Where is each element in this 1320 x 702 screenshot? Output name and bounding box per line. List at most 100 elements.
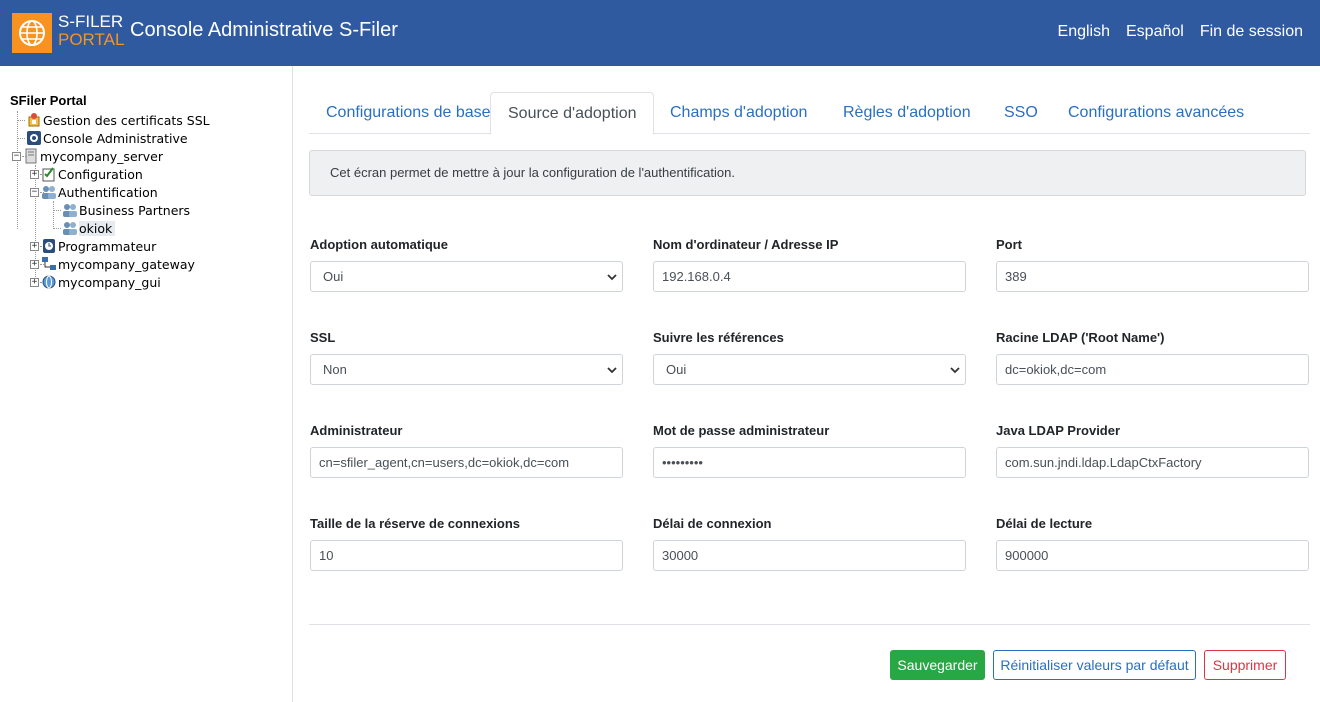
tree-item-label: Programmateur bbox=[58, 238, 157, 254]
nav-espanol-link[interactable]: Español bbox=[1126, 23, 1184, 41]
sfiler-logo-icon bbox=[12, 13, 52, 53]
field-label: Nom d'ordinateur / Adresse IP bbox=[653, 237, 839, 252]
tree-item-server[interactable]: − mycompany_server bbox=[12, 147, 166, 165]
read-timeout-field: Délai de lecture 900000 bbox=[996, 516, 1309, 571]
tree-item-ssl-certificates[interactable]: Gestion des certificats SSL bbox=[26, 111, 213, 129]
admin-password-input[interactable]: ••••••••• bbox=[653, 447, 966, 478]
follow-references-select[interactable]: Oui bbox=[653, 354, 966, 385]
tree-item-label: Configuration bbox=[58, 166, 143, 182]
server-icon bbox=[23, 148, 39, 164]
users-icon bbox=[62, 220, 78, 236]
ssl-field: SSL Non bbox=[310, 330, 623, 385]
tab-bar: Configurations de base Source d'adoption… bbox=[309, 92, 1310, 135]
chevron-down-icon bbox=[607, 367, 617, 374]
save-button[interactable]: Sauvegarder bbox=[890, 650, 985, 680]
tab-source-adoption[interactable]: Source d'adoption bbox=[490, 92, 655, 135]
chevron-down-icon bbox=[607, 274, 617, 281]
field-label: Racine LDAP ('Root Name') bbox=[996, 330, 1165, 345]
tree-item-admin-console[interactable]: Console Administrative bbox=[26, 129, 191, 147]
select-value: Non bbox=[323, 362, 347, 377]
info-alert: Cet écran permet de mettre à jour la con… bbox=[309, 150, 1306, 196]
connect-timeout-field: Délai de connexion 30000 bbox=[653, 516, 966, 571]
adoption-auto-select[interactable]: Oui bbox=[310, 261, 623, 292]
collapse-toggle-icon[interactable]: − bbox=[30, 187, 39, 197]
adoption-auto-field: Adoption automatique Oui bbox=[310, 237, 623, 292]
port-field: Port 389 bbox=[996, 237, 1309, 292]
tree-item-label: Gestion des certificats SSL bbox=[43, 112, 210, 128]
hostname-field: Nom d'ordinateur / Adresse IP 192.168.0.… bbox=[653, 237, 966, 292]
connect-timeout-input[interactable]: 30000 bbox=[653, 540, 966, 571]
tree-item-gateway[interactable]: + mycompany_gateway bbox=[30, 255, 198, 273]
globe-icon bbox=[41, 274, 57, 290]
tree-item-configuration[interactable]: + Configuration bbox=[30, 165, 146, 183]
tab-configurations-de-base[interactable]: Configurations de base bbox=[309, 92, 508, 134]
field-label: Délai de lecture bbox=[996, 516, 1093, 531]
tab-regles-adoption[interactable]: Règles d'adoption bbox=[826, 92, 988, 134]
nav-english-link[interactable]: English bbox=[1058, 23, 1110, 41]
certificate-icon bbox=[26, 112, 42, 128]
tree-root-label: SFiler Portal bbox=[10, 93, 87, 108]
expand-toggle-icon[interactable]: + bbox=[30, 241, 39, 251]
expand-toggle-icon[interactable]: + bbox=[30, 277, 39, 287]
tree-item-label: Authentification bbox=[58, 184, 158, 200]
tree-item-authentification[interactable]: − Authentification bbox=[30, 183, 161, 201]
java-provider-field: Java LDAP Provider com.sun.jndi.ldap.Lda… bbox=[996, 423, 1309, 478]
admin-input[interactable]: cn=sfiler_agent,cn=users,dc=okiok,dc=com bbox=[310, 447, 623, 478]
tree-item-label: mycompany_server bbox=[40, 148, 164, 164]
expand-toggle-icon[interactable]: + bbox=[30, 169, 39, 179]
pool-size-input[interactable]: 10 bbox=[310, 540, 623, 571]
network-icon bbox=[41, 256, 57, 272]
follow-references-field: Suivre les références Oui bbox=[653, 330, 966, 385]
tree-item-gui[interactable]: + mycompany_gui bbox=[30, 273, 164, 291]
delete-button[interactable]: Supprimer bbox=[1204, 650, 1286, 680]
ldap-root-input[interactable]: dc=okiok,dc=com bbox=[996, 354, 1309, 385]
expand-toggle-icon[interactable]: + bbox=[30, 259, 39, 269]
read-timeout-input[interactable]: 900000 bbox=[996, 540, 1309, 571]
tree-item-business-partners[interactable]: Business Partners bbox=[62, 201, 193, 219]
tree-item-programmateur[interactable]: + Programmateur bbox=[30, 237, 159, 255]
select-value: Oui bbox=[666, 362, 687, 377]
gear-icon bbox=[26, 130, 42, 146]
field-label: Port bbox=[996, 237, 1022, 252]
field-label: Taille de la réserve de connexions bbox=[310, 516, 521, 531]
form-divider bbox=[309, 624, 1310, 625]
tree-item-label: okiok bbox=[79, 220, 116, 236]
field-label: Suivre les références bbox=[653, 330, 784, 345]
select-value: Oui bbox=[323, 269, 344, 284]
ssl-select[interactable]: Non bbox=[310, 354, 623, 385]
logo-line-1: S-FILER bbox=[58, 12, 124, 31]
tree-item-label: mycompany_gateway bbox=[58, 256, 195, 272]
tab-configurations-avancees[interactable]: Configurations avancées bbox=[1051, 92, 1261, 134]
field-label: Mot de passe administrateur bbox=[653, 423, 830, 438]
logo-line-2: PORTAL bbox=[58, 30, 125, 49]
hostname-input[interactable]: 192.168.0.4 bbox=[653, 261, 966, 292]
checklist-icon bbox=[41, 166, 57, 182]
ldap-root-field: Racine LDAP ('Root Name') dc=okiok,dc=co… bbox=[996, 330, 1309, 385]
field-label: SSL bbox=[310, 330, 336, 345]
tree-item-label: Console Administrative bbox=[43, 130, 188, 146]
app-header: S-FILER PORTAL Console Administrative S-… bbox=[0, 0, 1320, 66]
admin-field: Administrateur cn=sfiler_agent,cn=users,… bbox=[310, 423, 623, 478]
nav-logout-link[interactable]: Fin de session bbox=[1200, 23, 1303, 41]
app-title: Console Administrative S-Filer bbox=[130, 19, 398, 41]
logo-wordmark: S-FILER PORTAL bbox=[58, 13, 124, 49]
field-label: Adoption automatique bbox=[310, 237, 448, 252]
reset-defaults-button[interactable]: Réinitialiser valeurs par défaut bbox=[993, 650, 1196, 680]
header-nav: English Español Fin de session bbox=[1058, 23, 1303, 41]
java-provider-input[interactable]: com.sun.jndi.ldap.LdapCtxFactory bbox=[996, 447, 1309, 478]
admin-password-field: Mot de passe administrateur ••••••••• bbox=[653, 423, 966, 478]
collapse-toggle-icon[interactable]: − bbox=[12, 151, 21, 161]
clock-icon bbox=[41, 238, 57, 254]
field-label: Java LDAP Provider bbox=[996, 423, 1121, 438]
chevron-down-icon bbox=[950, 367, 960, 374]
tree-item-label: Business Partners bbox=[79, 202, 191, 218]
tab-champs-adoption[interactable]: Champs d'adoption bbox=[653, 92, 824, 134]
tab-sso[interactable]: SSO bbox=[987, 92, 1055, 134]
field-label: Administrateur bbox=[310, 423, 403, 438]
tree-item-okiok[interactable]: okiok bbox=[62, 219, 116, 237]
field-label: Délai de connexion bbox=[653, 516, 772, 531]
port-input[interactable]: 389 bbox=[996, 261, 1309, 292]
users-icon bbox=[62, 202, 78, 218]
tree-item-label: mycompany_gui bbox=[58, 274, 161, 290]
sidebar: SFiler Portal Gestion des certificats SS… bbox=[0, 66, 293, 702]
